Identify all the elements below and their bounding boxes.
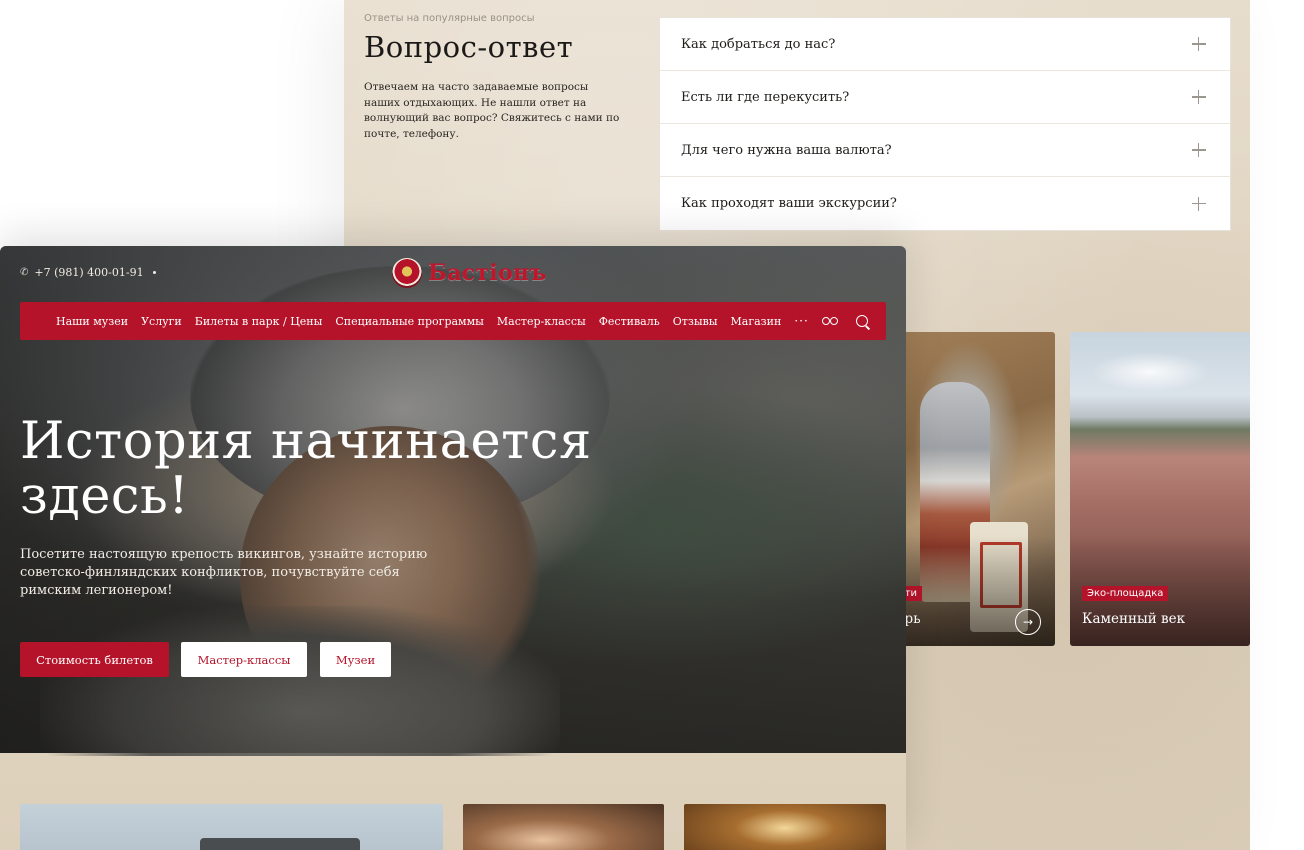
nav-item-festival[interactable]: Фестиваль <box>599 315 660 328</box>
preview-card-3[interactable] <box>684 804 886 850</box>
faq-item[interactable]: Как проходят ваши экскурсии? <box>660 177 1230 230</box>
nav-item-workshops[interactable]: Мастер-классы <box>497 315 586 328</box>
coat-of-arms-icon <box>392 258 422 288</box>
card-title: Каменный век <box>1082 611 1186 627</box>
faq-list: Как добраться до нас? Есть ли где переку… <box>659 17 1231 231</box>
plus-icon[interactable] <box>1192 143 1206 157</box>
plus-icon[interactable] <box>1192 90 1206 104</box>
site-logo[interactable]: Бастіонъ <box>392 258 547 288</box>
phone-icon: ✆ <box>20 267 29 278</box>
faq-item[interactable]: Есть ли где перекусить? <box>660 71 1230 124</box>
card-stone-age[interactable]: Эко-площадка Каменный век <box>1070 332 1250 646</box>
faq-title: Вопрос-ответ <box>364 30 574 64</box>
main-nav: Наши музеи Услуги Билеты в парк / Цены С… <box>20 302 886 340</box>
more-menu-icon[interactable]: ··· <box>794 314 808 328</box>
separator-dot <box>152 271 156 274</box>
nav-item-services[interactable]: Услуги <box>141 315 182 328</box>
nav-item-special-programs[interactable]: Специальные программы <box>335 315 484 328</box>
hero-title: История начинается здесь! <box>20 412 592 526</box>
plus-icon[interactable] <box>1192 37 1206 51</box>
card-badge: Эко-площадка <box>1082 586 1169 601</box>
preview-card-2[interactable] <box>463 804 664 850</box>
nav-item-shop[interactable]: Магазин <box>731 315 782 328</box>
arrow-right-icon[interactable]: → <box>1015 609 1041 635</box>
search-icon[interactable] <box>856 315 868 327</box>
home-page-panel: ✆ +7 (981) 400-01-91 Бастіонъ Наши музеи… <box>0 246 906 850</box>
faq-question: Есть ли где перекусить? <box>681 89 850 105</box>
faq-item[interactable]: Для чего нужна ваша валюта? <box>660 124 1230 177</box>
museums-button[interactable]: Музеи <box>320 642 391 677</box>
workshops-button[interactable]: Мастер-классы <box>181 642 307 677</box>
hero-subtitle: Посетите настоящую крепость викингов, уз… <box>20 547 428 598</box>
faq-kicker: Ответы на популярные вопросы <box>364 13 535 24</box>
nav-item-museums[interactable]: Наши музеи <box>56 315 128 328</box>
faq-item[interactable]: Как добраться до нас? <box>660 18 1230 71</box>
accessibility-glasses-icon[interactable] <box>822 316 838 326</box>
plus-icon[interactable] <box>1192 196 1206 211</box>
faq-question: Для чего нужна ваша валюта? <box>681 142 892 158</box>
preview-card-1[interactable] <box>20 804 443 850</box>
header-phone[interactable]: ✆ +7 (981) 400-01-91 <box>20 266 156 279</box>
faq-question: Как проходят ваши экскурсии? <box>681 196 897 211</box>
faq-description: Отвечаем на часто задаваемые вопросы наш… <box>364 81 620 140</box>
nav-item-reviews[interactable]: Отзывы <box>673 315 718 328</box>
phone-number[interactable]: +7 (981) 400-01-91 <box>34 266 143 279</box>
ticket-prices-button[interactable]: Стоимость билетов <box>20 642 169 677</box>
logo-text: Бастіонъ <box>428 260 547 286</box>
faq-question: Как добраться до нас? <box>681 36 836 52</box>
nav-item-tickets[interactable]: Билеты в парк / Цены <box>195 315 323 328</box>
